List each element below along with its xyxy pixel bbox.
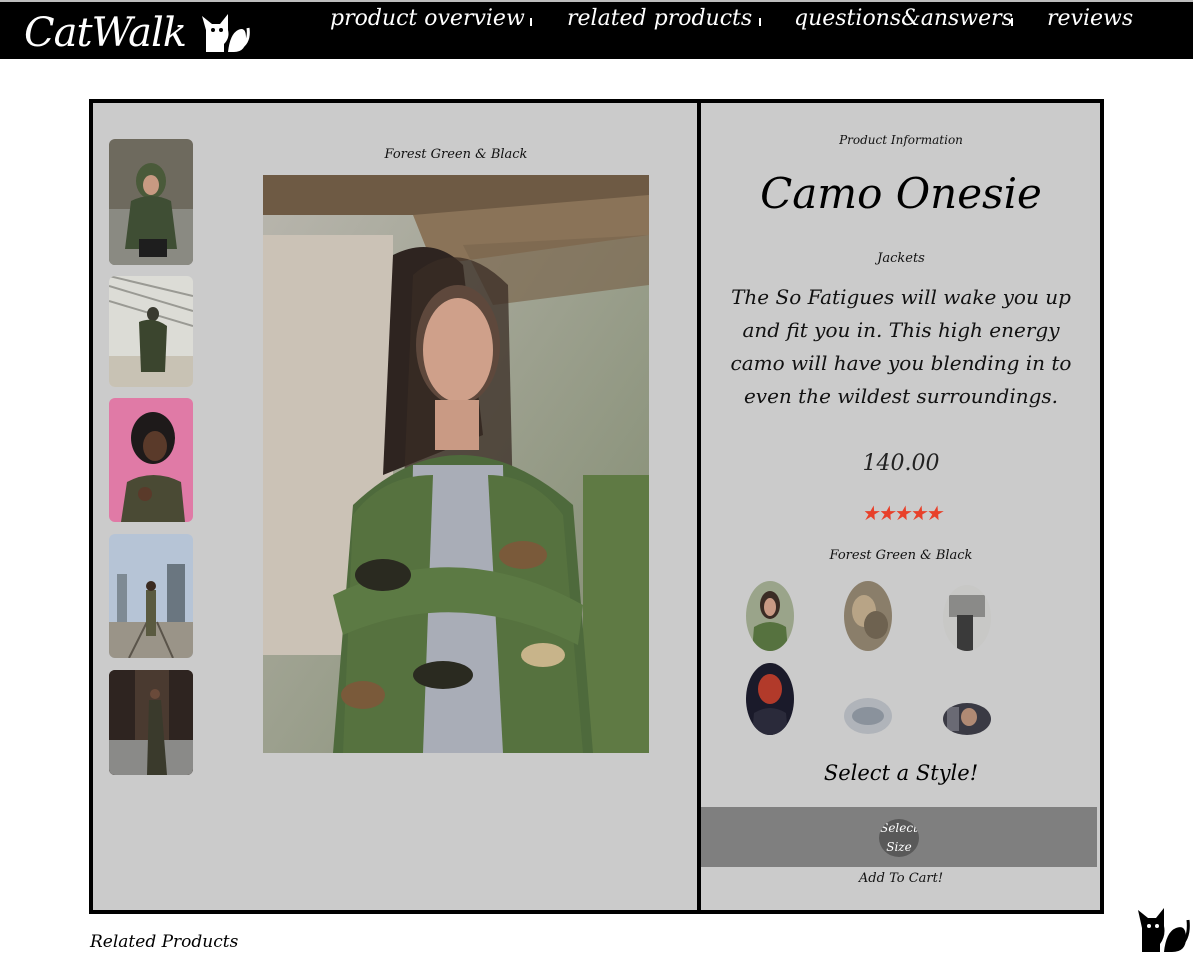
style-swatch-6[interactable] [943, 703, 991, 735]
cat-corner-icon[interactable] [1136, 904, 1190, 954]
add-to-cart-button[interactable]: Add To Cart! [701, 871, 1101, 886]
thumbnail-5[interactable] [109, 670, 193, 775]
thumbnail-1[interactable] [109, 139, 193, 265]
thumbnail-3[interactable] [109, 398, 193, 522]
style-swatch-2[interactable] [844, 581, 892, 651]
thumbnail-4[interactable] [109, 534, 193, 658]
style-swatch-1[interactable] [746, 581, 794, 651]
gallery-style-caption: Forest Green & Black [384, 147, 528, 162]
product-overview-panel: Forest Green & Black Product Information… [89, 99, 1104, 914]
product-category: Jackets [877, 251, 925, 266]
product-description: The So Fatigues will wake you up and fit… [730, 285, 1072, 408]
size-selector-bar: Select Size [701, 807, 1097, 867]
style-swatch-3[interactable] [943, 585, 991, 651]
related-products-title: Related Products [90, 932, 239, 952]
nav-separator [759, 18, 761, 26]
nav-reviews[interactable]: reviews [1047, 6, 1133, 31]
selected-style-name: Forest Green & Black [829, 548, 973, 563]
nav-separator [1011, 18, 1013, 26]
nav-related-products[interactable]: related products [567, 6, 752, 31]
rating-stars: ★★★★★ [861, 501, 943, 525]
cat-logo-icon[interactable] [200, 8, 250, 56]
select-size-button[interactable]: Select Size [879, 819, 919, 857]
nav-questions-answers[interactable]: questions&answers [794, 6, 1013, 31]
main-product-image[interactable] [263, 175, 649, 753]
nav-product-overview[interactable]: product overview [330, 6, 525, 31]
top-navigation-bar: CatWalk product overview related product… [0, 0, 1193, 59]
product-info-title: Product Information [839, 133, 963, 147]
style-swatch-5[interactable] [844, 698, 892, 734]
product-price: 140.00 [862, 451, 940, 476]
product-name: Camo Onesie [760, 169, 1042, 218]
nav-separator [530, 18, 532, 26]
select-style-heading: Select a Style! [823, 761, 979, 785]
thumbnail-2[interactable] [109, 276, 193, 387]
site-logo[interactable]: CatWalk [24, 10, 187, 56]
style-swatch-4[interactable] [746, 663, 794, 735]
